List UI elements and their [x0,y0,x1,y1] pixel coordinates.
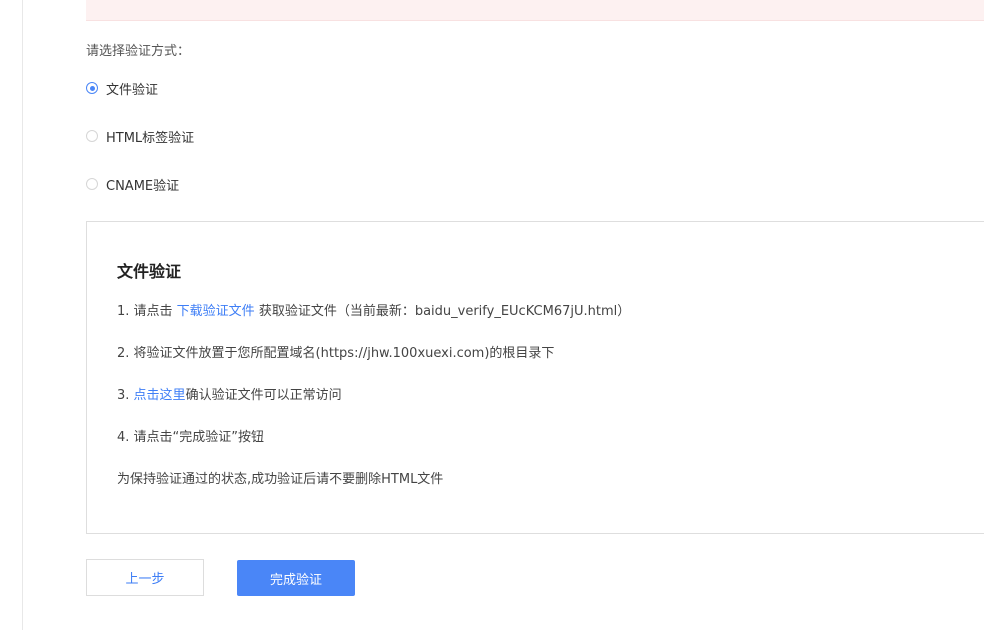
step-3-prefix: 3. [117,388,134,403]
left-sidebar-edge [0,0,23,630]
step-1-prefix: 1. 请点击 [117,304,177,319]
radio-option-cname[interactable]: CNAME验证 [86,174,179,194]
radio-label-cname: CNAME验证 [106,178,180,194]
file-verification-panel: 文件验证 1. 请点击 下载验证文件 获取验证文件（当前最新：baidu_ver… [86,221,984,534]
step-3: 3. 点击这里确认验证文件可以正常访问 [117,384,342,403]
radio-label-html-tag: HTML标签验证 [106,130,195,146]
radio-checked-icon[interactable] [86,82,98,94]
previous-step-button[interactable]: 上一步 [86,559,204,596]
complete-verification-button[interactable]: 完成验证 [237,560,355,596]
step-1: 1. 请点击 下载验证文件 获取验证文件（当前最新：baidu_verify_E… [117,300,630,319]
step-2: 2. 将验证文件放置于您所配置域名(https://jhw.100xuexi.c… [117,346,555,361]
click-here-link[interactable]: 点击这里 [134,388,186,403]
radio-label-file: 文件验证 [106,82,159,98]
step-3-suffix: 确认验证文件可以正常访问 [185,388,342,403]
radio-unchecked-icon[interactable] [86,178,98,190]
verification-method-label: 请选择验证方式： [86,44,191,59]
radio-unchecked-icon[interactable] [86,130,98,142]
radio-option-file[interactable]: 文件验证 [86,78,158,98]
step-4: 4. 请点击“完成验证”按钮 [117,430,265,445]
step-1-suffix: 获取验证文件（当前最新：baidu_verify_EUcKCM67jU.html… [254,304,631,319]
alert-banner [86,0,984,21]
download-verify-file-link[interactable]: 下载验证文件 [177,304,255,319]
retention-note: 为保持验证通过的状态,成功验证后请不要删除HTML文件 [117,472,444,487]
radio-option-html-tag[interactable]: HTML标签验证 [86,126,194,146]
panel-title: 文件验证 [117,262,182,281]
